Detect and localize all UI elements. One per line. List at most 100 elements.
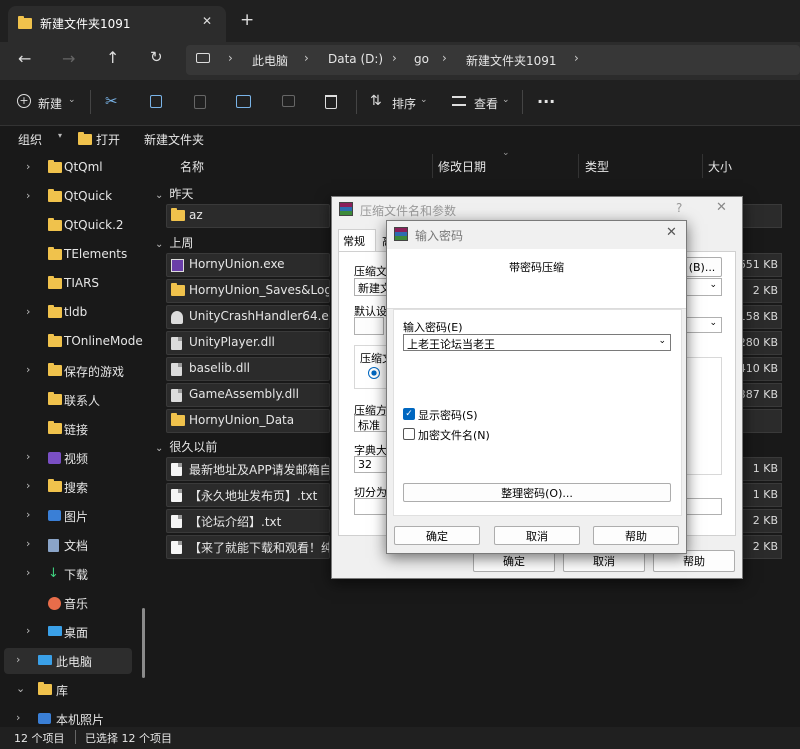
encrypt-names-checkbox[interactable]	[403, 428, 415, 440]
chevron-icon[interactable]: ›	[26, 363, 30, 376]
group-long-ago[interactable]: ⌄ 很久以前	[155, 438, 217, 455]
chevron-icon[interactable]: ›	[26, 479, 30, 492]
breadcrumb-3[interactable]: 新建文件夹1091	[466, 52, 557, 69]
organize-passwords-button[interactable]: 整理密码(O)...	[403, 483, 671, 502]
password-cancel-button[interactable]: 取消	[494, 526, 580, 545]
sidebar-item[interactable]: › ↓ 下载	[0, 561, 150, 587]
file-row[interactable]: GameAssembly.dll	[166, 383, 330, 407]
help-icon[interactable]: ?	[676, 201, 682, 215]
sidebar-item[interactable]: TIARS	[0, 271, 150, 297]
new-button[interactable]: 新建	[38, 95, 62, 112]
browse-button[interactable]: (B)...	[682, 257, 722, 277]
sidebar-item[interactable]: › 文档	[0, 532, 150, 558]
file-row[interactable]: HornyUnion_Saves&Logs	[166, 279, 330, 303]
more-button[interactable]: ···	[537, 92, 555, 111]
file-row[interactable]: 【永久地址发布页】.txt	[166, 483, 330, 507]
chevron-icon[interactable]: ›	[26, 450, 30, 463]
password-help-button[interactable]: 帮助	[593, 526, 679, 545]
organize-menu[interactable]: 组织	[18, 131, 42, 148]
sidebar-item[interactable]: › 桌面	[0, 619, 150, 645]
tab-active[interactable]: 新建文件夹1091 ✕	[8, 6, 226, 42]
column-size[interactable]: 大小	[708, 158, 732, 175]
update-combo[interactable]: ⌄	[682, 317, 722, 333]
sidebar-item[interactable]: › 搜索	[0, 474, 150, 500]
chevron-icon[interactable]: ›	[26, 508, 30, 521]
breadcrumb-0[interactable]: 此电脑	[252, 52, 288, 69]
password-input[interactable]: 上老王论坛当老王 ⌄	[403, 334, 671, 351]
chevron-icon[interactable]: ›	[26, 624, 30, 637]
file-row[interactable]: 【论坛介绍】.txt	[166, 509, 330, 533]
forward-icon[interactable]: →	[62, 49, 75, 68]
delete-icon[interactable]	[325, 95, 337, 109]
format-radio[interactable]	[368, 367, 380, 379]
file-row[interactable]: HornyUnion.exe	[166, 253, 330, 277]
sidebar-item[interactable]: 链接	[0, 416, 150, 442]
refresh-icon[interactable]: ↻	[150, 48, 163, 66]
show-password-checkbox[interactable]: ✓	[403, 408, 415, 420]
sidebar-item[interactable]: › 视频	[0, 445, 150, 471]
breadcrumb-2[interactable]: go	[414, 52, 429, 66]
split-units[interactable]	[682, 498, 722, 515]
close-icon[interactable]: ✕	[716, 200, 727, 215]
sidebar-item[interactable]: › tldb	[0, 300, 150, 326]
file-row[interactable]: 【来了就能下载和观看！纯免	[166, 535, 330, 559]
file-row-right[interactable]	[742, 204, 782, 228]
sidebar-item[interactable]: › QtQml	[0, 155, 150, 181]
sidebar-scrollbar[interactable]	[142, 608, 145, 678]
group-last-week[interactable]: ⌄ 上周	[155, 234, 193, 251]
tab-general[interactable]: 常规	[338, 229, 376, 251]
file-row[interactable]: baselib.dll	[166, 357, 330, 381]
column-modified[interactable]: 修改日期	[438, 158, 486, 175]
sidebar-item[interactable]: › 此电脑	[4, 648, 132, 674]
dict-combo[interactable]: 32	[354, 456, 388, 473]
status-divider	[75, 730, 76, 744]
sidebar-item[interactable]: QtQuick.2	[0, 213, 150, 239]
chevron-icon[interactable]: ›	[26, 160, 30, 173]
sidebar-item[interactable]: › 图片	[0, 503, 150, 529]
method-combo[interactable]: 标准	[354, 415, 388, 432]
file-row[interactable]: HornyUnion_Data	[166, 409, 330, 433]
file-row-right[interactable]	[742, 409, 782, 433]
file-row[interactable]: 最新地址及APP请发邮箱自动	[166, 457, 330, 481]
file-row[interactable]: az	[166, 204, 330, 228]
rename-icon[interactable]	[236, 95, 251, 108]
column-type[interactable]: 类型	[585, 158, 609, 175]
file-size: 2 KB	[752, 514, 778, 527]
new-folder-button[interactable]: 新建文件夹	[144, 131, 204, 148]
address-bar[interactable]: › 此电脑 › Data (D:) › go › 新建文件夹1091 ›	[186, 45, 800, 75]
close-icon[interactable]: ✕	[666, 225, 677, 240]
sort-button[interactable]: 排序	[392, 95, 416, 112]
profiles-button[interactable]	[354, 317, 384, 335]
new-tab-button[interactable]: +	[240, 10, 254, 30]
back-icon[interactable]: ←	[18, 49, 31, 68]
view-button[interactable]: 查看	[474, 95, 498, 112]
sidebar-item[interactable]: TOnlineMode	[0, 329, 150, 355]
close-tab-icon[interactable]: ✕	[202, 14, 212, 28]
group-yesterday[interactable]: ⌄ 昨天	[155, 185, 193, 202]
sidebar-item[interactable]: TElements	[0, 242, 150, 268]
password-ok-button[interactable]: 确定	[394, 526, 480, 545]
file-row[interactable]: UnityPlayer.dll	[166, 331, 330, 355]
sidebar-item[interactable]: ⌄ 库	[0, 677, 150, 703]
split-combo[interactable]	[354, 498, 388, 515]
cut-icon[interactable]: ✂	[105, 92, 118, 110]
chevron-icon[interactable]: ⌄	[16, 682, 25, 695]
chevron-icon[interactable]: ›	[26, 566, 30, 579]
chevron-icon[interactable]: ›	[26, 189, 30, 202]
sidebar-item[interactable]: › 保存的游戏	[0, 358, 150, 384]
column-name[interactable]: 名称	[180, 158, 204, 175]
chevron-icon[interactable]: ›	[26, 305, 30, 318]
breadcrumb-1[interactable]: Data (D:)	[328, 52, 383, 66]
up-icon[interactable]: ↑	[106, 48, 119, 67]
sidebar-item[interactable]: 音乐	[0, 590, 150, 616]
paste-icon[interactable]	[194, 95, 206, 109]
file-row[interactable]: UnityCrashHandler64.exe	[166, 305, 330, 329]
sidebar-item[interactable]: › QtQuick	[0, 184, 150, 210]
share-icon[interactable]	[282, 95, 295, 107]
sidebar-item[interactable]: 联系人	[0, 387, 150, 413]
chevron-icon[interactable]: ›	[26, 537, 30, 550]
chevron-icon[interactable]: ›	[16, 711, 20, 724]
chevron-icon[interactable]: ›	[16, 653, 20, 666]
copy-icon[interactable]	[150, 95, 162, 108]
open-button[interactable]: 打开	[96, 131, 120, 148]
